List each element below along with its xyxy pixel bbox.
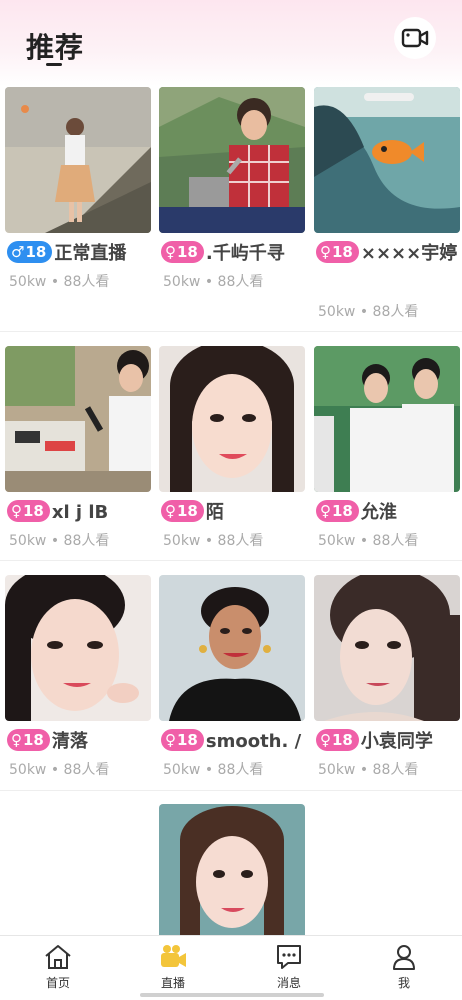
stream-title: ♀18 陌 xyxy=(161,500,307,526)
tab-me[interactable]: 我 xyxy=(364,942,444,991)
viewer-count: 50kw • 88人看 xyxy=(318,762,419,778)
viewer-count: 50kw • 88人看 xyxy=(318,533,419,549)
streamer-name: .千屿千寻 xyxy=(205,243,285,264)
user-icon xyxy=(393,945,415,970)
home-icon xyxy=(45,945,71,969)
stream-thumbnail[interactable] xyxy=(314,346,460,492)
stream-title: ♀18 smooth. / xyxy=(161,729,307,755)
tab-live[interactable]: 直播 xyxy=(133,942,213,991)
stream-title: ♀18 允淮 xyxy=(316,500,462,526)
stream-title: ♀18 小袁同学 xyxy=(316,729,462,755)
stream-thumbnail[interactable] xyxy=(5,575,151,721)
gender-age-badge: ♀18 xyxy=(316,241,359,263)
viewer-count: 50kw • 88人看 xyxy=(9,533,110,549)
stream-thumbnail[interactable] xyxy=(5,87,151,233)
stream-thumbnail[interactable] xyxy=(314,575,460,721)
tab-label: 直播 xyxy=(160,976,185,990)
gender-age-badge: ♀18 xyxy=(7,500,50,522)
title-underline xyxy=(46,63,62,66)
row-divider xyxy=(0,790,462,791)
header: 推荐 xyxy=(0,0,462,86)
gender-age-badge: ♀18 xyxy=(316,729,359,751)
stream-thumbnail[interactable] xyxy=(159,346,305,492)
stream-thumbnail[interactable] xyxy=(159,575,305,721)
tab-label: 首页 xyxy=(45,976,70,990)
viewer-count: 50kw • 88人看 xyxy=(9,762,110,778)
gender-age-badge: ♀18 xyxy=(161,500,204,522)
bottom-tab-bar: 首页 直播 消息 我 xyxy=(0,935,462,1000)
streamer-name: 小袁同学 xyxy=(360,731,433,752)
stream-title: ♂18 正常直播 xyxy=(7,241,153,267)
stream-thumbnail[interactable] xyxy=(5,346,151,492)
stream-title: ♀18 清落 xyxy=(7,729,153,755)
stream-thumbnail[interactable] xyxy=(159,87,305,233)
tab-label: 消息 xyxy=(276,976,301,990)
streamer-name: ××××宇婷 xyxy=(360,243,458,264)
streamer-name: 陌 xyxy=(205,502,224,523)
viewer-count: 50kw • 88人看 xyxy=(163,762,264,778)
gender-age-badge: ♀18 xyxy=(316,500,359,522)
live-camera-icon xyxy=(161,945,186,967)
stream-thumbnail[interactable] xyxy=(314,87,460,233)
streamer-name: smooth. / xyxy=(205,731,302,752)
streamer-name: xl j lB xyxy=(51,502,109,523)
tab-messages[interactable]: 消息 xyxy=(249,942,329,991)
video-button[interactable] xyxy=(394,17,436,59)
viewer-count: 50kw • 88人看 xyxy=(163,274,264,290)
viewer-count: 50kw • 88人看 xyxy=(318,304,419,320)
video-camera-icon xyxy=(401,28,429,48)
stream-thumbnail[interactable] xyxy=(159,804,305,935)
gender-age-badge: ♂18 xyxy=(7,241,53,263)
row-divider xyxy=(0,560,462,561)
stream-title: ♀18 ××××宇婷 xyxy=(316,241,462,267)
streamer-name: 清落 xyxy=(51,731,88,752)
tab-label: 我 xyxy=(397,976,410,990)
home-indicator xyxy=(140,993,324,997)
gender-age-badge: ♀18 xyxy=(161,241,204,263)
page-title: 推荐 xyxy=(26,31,85,64)
stream-title: ♀18 .千屿千寻 xyxy=(161,241,307,267)
gender-age-badge: ♀18 xyxy=(7,729,50,751)
streamer-name: 允淮 xyxy=(360,502,397,523)
tab-home[interactable]: 首页 xyxy=(18,942,98,991)
message-icon xyxy=(277,945,301,969)
viewer-count: 50kw • 88人看 xyxy=(163,533,264,549)
gender-age-badge: ♀18 xyxy=(161,729,204,751)
stream-title: ♀18 xl j lB xyxy=(7,500,153,526)
viewer-count: 50kw • 88人看 xyxy=(9,274,110,290)
row-divider xyxy=(0,331,462,332)
streamer-name: 正常直播 xyxy=(54,243,127,264)
